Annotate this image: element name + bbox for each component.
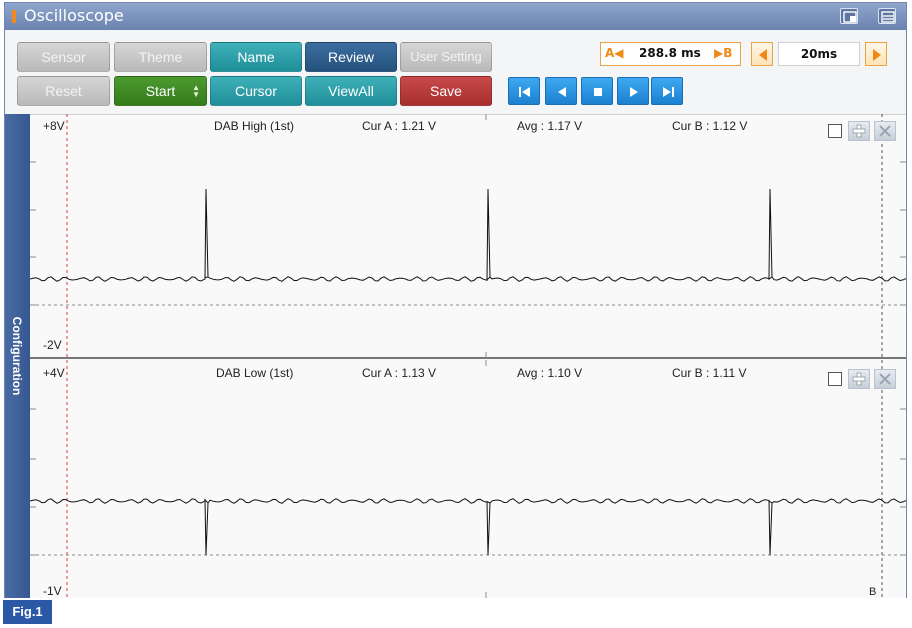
pane2-cur-a: Cur A : 1.13 V — [362, 366, 437, 380]
plus-icon — [852, 372, 866, 386]
window-menu-icon — [881, 11, 895, 23]
pane1-add-button[interactable] — [848, 121, 870, 141]
pane2-y-min-label: -1V — [43, 584, 62, 598]
start-button-label: Start — [145, 83, 176, 99]
play-icon — [630, 87, 638, 97]
configuration-tab[interactable]: Configuration — [5, 114, 30, 598]
pane1-y-max-label: +8V — [43, 119, 65, 133]
step-back-button[interactable] — [545, 77, 577, 105]
stop-button[interactable] — [581, 77, 613, 105]
pane2-cur-b: Cur B : 1.11 V — [672, 366, 747, 380]
oscilloscope-window: Oscilloscope Sensor Theme Name Review Us… — [4, 2, 907, 598]
sensor-button[interactable]: Sensor — [17, 42, 110, 72]
skip-last-icon — [663, 87, 674, 97]
time-div-increase-button[interactable] — [865, 42, 887, 66]
pane2-select-checkbox[interactable] — [828, 372, 842, 386]
title-accent-mark — [12, 10, 16, 23]
play-button[interactable] — [617, 77, 649, 105]
arrow-right-icon — [873, 49, 881, 61]
reset-button[interactable]: Reset — [17, 76, 110, 106]
pane1-avg: Avg : 1.17 V — [517, 119, 583, 133]
cursor-span-value: 288.8 ms — [639, 46, 701, 60]
window-layout-button[interactable] — [840, 8, 858, 24]
waveform-canvas — [30, 114, 906, 598]
theme-button[interactable]: Theme — [114, 42, 207, 72]
cursor-a-marker: A◀ — [605, 46, 624, 60]
close-icon — [879, 373, 891, 385]
cursor-b-marker: ▶B — [714, 46, 733, 60]
pane2-y-max-label: +4V — [43, 366, 65, 380]
window-layout-icon — [843, 11, 857, 23]
window-menu-button[interactable] — [878, 8, 896, 24]
review-button[interactable]: Review — [305, 42, 397, 72]
close-icon — [879, 125, 891, 137]
updown-arrows-icon: ▲ ▼ — [192, 83, 200, 99]
user-setting-button[interactable]: User Setting — [400, 42, 492, 72]
figure-label: Fig.1 — [3, 600, 52, 624]
time-div-decrease-button[interactable] — [751, 42, 773, 66]
time-div-value: 20ms — [778, 42, 860, 66]
pane1-select-checkbox[interactable] — [828, 124, 842, 138]
skip-first-button[interactable] — [508, 77, 540, 105]
oscilloscope-plot-area: +8V -2V DAB High (1st) Cur A : 1.21 V Av… — [30, 114, 906, 598]
pane2-add-button[interactable] — [848, 369, 870, 389]
pane1-y-min-label: -2V — [43, 338, 62, 352]
plus-icon — [852, 124, 866, 138]
start-button[interactable]: Start ▲ ▼ — [114, 76, 207, 106]
name-button[interactable]: Name — [210, 42, 302, 72]
skip-last-button[interactable] — [651, 77, 683, 105]
arrow-left-icon — [759, 49, 767, 61]
pane1-cur-b: Cur B : 1.12 V — [672, 119, 748, 133]
viewall-button[interactable]: ViewAll — [305, 76, 397, 106]
cursor-a-letter: A — [605, 46, 615, 60]
title-bar: Oscilloscope — [5, 3, 906, 30]
pane2-channel-name: DAB Low (1st) — [216, 366, 294, 380]
play-reverse-icon — [558, 87, 566, 97]
cursor-b-bottom-marker: B — [869, 586, 877, 598]
save-button[interactable]: Save — [400, 76, 492, 106]
skip-first-icon — [519, 87, 530, 97]
stop-icon — [594, 88, 602, 96]
cursor-span-readout: A◀ 288.8 ms ▶B — [600, 42, 741, 66]
pane1-cur-a: Cur A : 1.21 V — [362, 119, 437, 133]
pane1-channel-name: DAB High (1st) — [214, 119, 295, 133]
pane2-close-button[interactable] — [874, 369, 896, 389]
toolbar: Sensor Theme Name Review User Setting Re… — [5, 30, 906, 114]
cursor-button[interactable]: Cursor — [210, 76, 302, 106]
window-title: Oscilloscope — [24, 6, 124, 25]
configuration-label: Configuration — [10, 316, 24, 396]
cursor-b-letter: B — [723, 46, 733, 60]
pane1-close-button[interactable] — [874, 121, 896, 141]
pane2-avg: Avg : 1.10 V — [517, 366, 583, 380]
